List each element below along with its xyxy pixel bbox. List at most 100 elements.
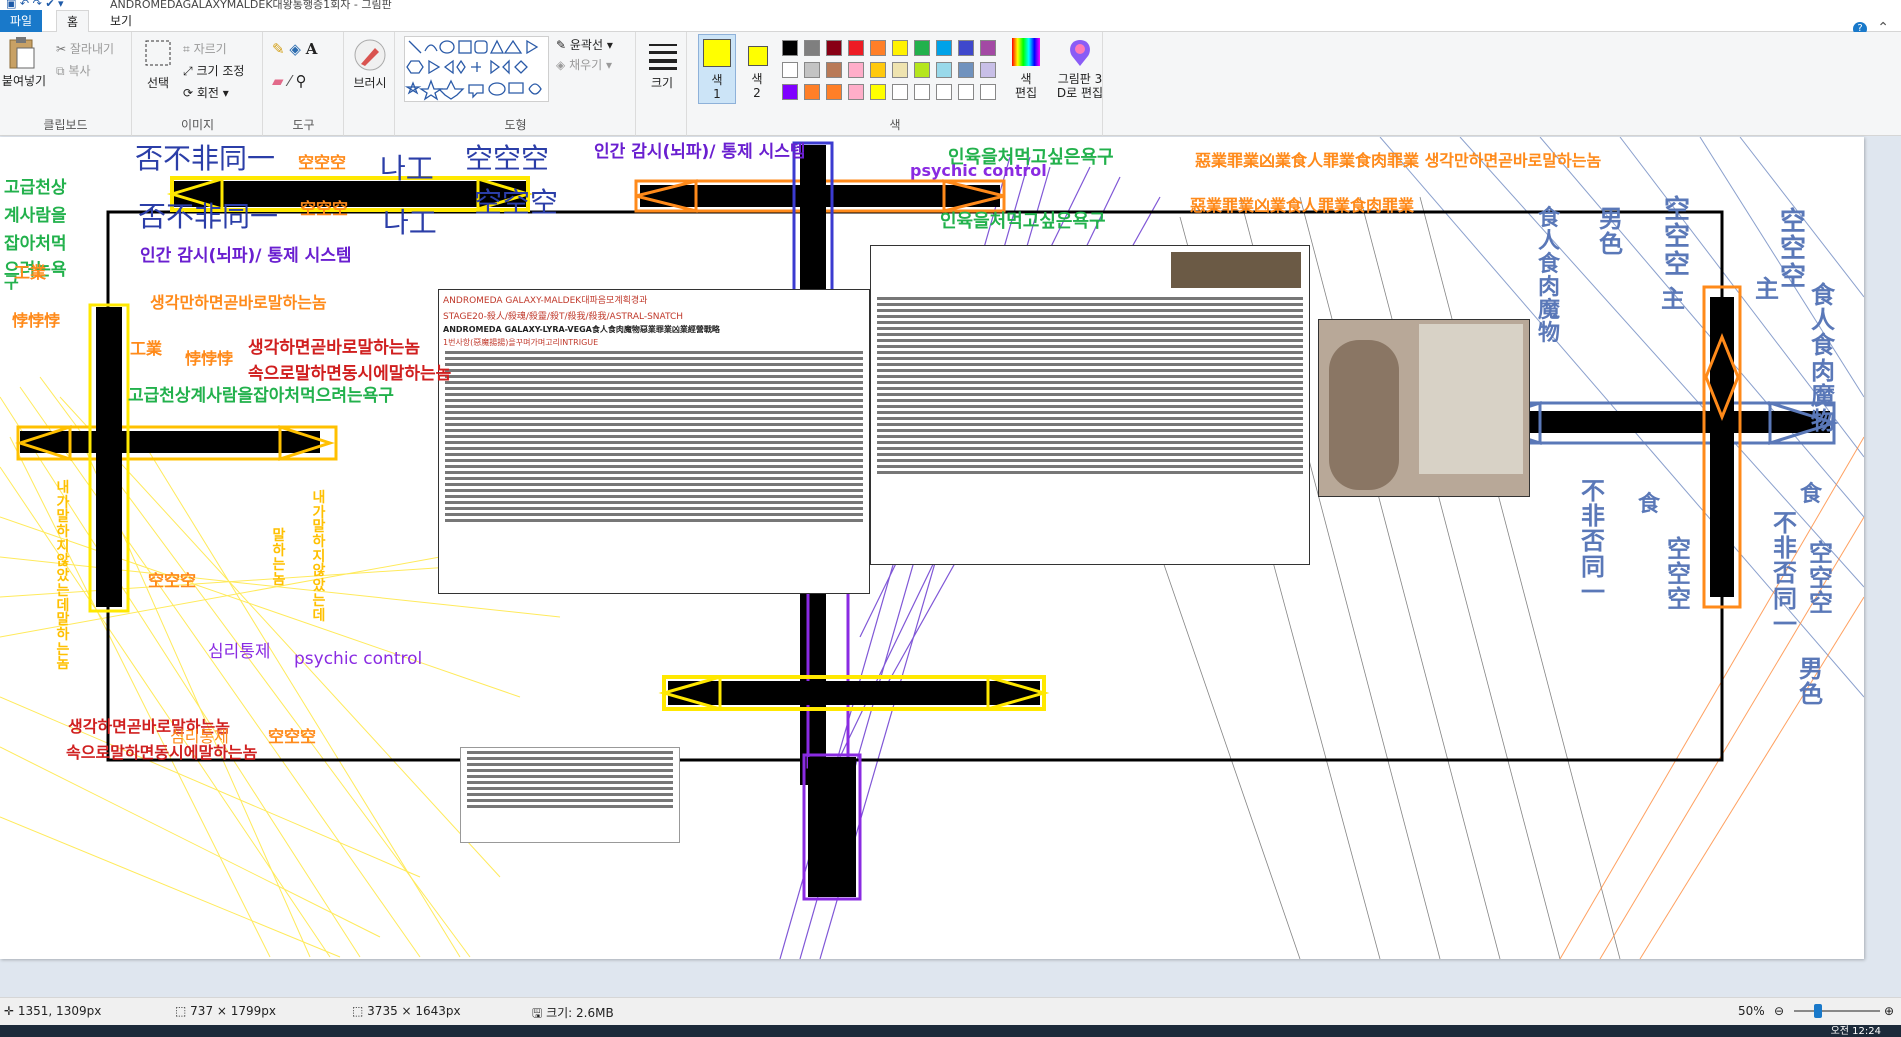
- palette-swatch[interactable]: [848, 62, 864, 78]
- line-size-icon: [649, 44, 677, 70]
- palette-swatch[interactable]: [782, 40, 798, 56]
- copy-label: 복사: [68, 64, 91, 78]
- crop-button[interactable]: ⌗ 자르기: [183, 40, 227, 57]
- palette-swatch[interactable]: [892, 62, 908, 78]
- outline-button[interactable]: ✎ 윤곽선 ▾: [556, 36, 613, 53]
- tab-file[interactable]: 파일: [0, 10, 42, 32]
- pencil-icon[interactable]: ✎: [272, 40, 285, 58]
- palette-swatch[interactable]: [782, 62, 798, 78]
- palette-swatch[interactable]: [980, 62, 996, 78]
- palette-swatch[interactable]: [980, 40, 996, 56]
- size-button[interactable]: [649, 42, 677, 73]
- tab-view[interactable]: 보기: [100, 10, 142, 32]
- paste-label[interactable]: 붙여넣기: [0, 74, 48, 88]
- palette-swatch[interactable]: [958, 40, 974, 56]
- fill-icon[interactable]: ◈: [289, 40, 301, 58]
- magnifier-icon[interactable]: ⚲: [296, 72, 307, 90]
- fill-label: 채우기: [569, 58, 603, 72]
- text-icon[interactable]: A: [306, 40, 318, 58]
- canvas-text: 인육을처먹고싶은욕구: [940, 211, 1106, 232]
- eraser-icon[interactable]: ▰: [272, 72, 284, 90]
- copy-button[interactable]: ⧉ 복사: [56, 62, 91, 79]
- tools-row-1: ✎ ◈ A: [272, 40, 317, 58]
- title-bar: ▣ ↶ ↷ ✔ ▾ ANDROMEDAGALAXYMALDEK대왕통행증1회자 …: [0, 0, 1901, 10]
- palette-swatch[interactable]: [958, 84, 974, 100]
- crop-icon: ⌗: [183, 42, 190, 56]
- canvas-text: 空空空: [298, 153, 347, 172]
- embedded-document-1: ANDROMEDA GALAXY-MALDEK대파음모계획경과 STAGE20-…: [438, 289, 870, 594]
- palette-swatch[interactable]: [958, 62, 974, 78]
- palette-swatch[interactable]: [870, 40, 886, 56]
- canvas-text: 생각하면곧바로말하는놈: [248, 338, 421, 358]
- canvas-size-icon: ⬚: [352, 1004, 364, 1018]
- palette-swatch[interactable]: [892, 40, 908, 56]
- clipboard-group: 붙여넣기 ✂ 잘라내기 ⧉ 복사 클립보드: [0, 32, 132, 136]
- select-label[interactable]: 선택: [137, 76, 179, 90]
- canvas-text: 工業: [14, 263, 47, 282]
- palette-swatch[interactable]: [804, 84, 820, 100]
- fill-button[interactable]: ◈ 채우기 ▾: [556, 56, 612, 73]
- doc1-subtitle: STAGE20-殺人/殺魂/殺靈/殺T/殺我/殺我/ASTRAL-SNATCH: [443, 312, 684, 322]
- ribbon-tabs: 파일 홈 보기 ⌃ ?: [0, 10, 1901, 36]
- quick-access-toolbar[interactable]: ▣ ↶ ↷ ✔ ▾: [6, 0, 64, 10]
- palette-swatch[interactable]: [914, 40, 930, 56]
- zoom-out-button[interactable]: ⊖: [1774, 1004, 1784, 1018]
- paint3d-icon: [1070, 40, 1090, 66]
- palette-swatch[interactable]: [870, 62, 886, 78]
- resize-button[interactable]: ⤢ 크기 조정: [183, 62, 244, 79]
- palette-swatch[interactable]: [936, 84, 952, 100]
- palette-swatch[interactable]: [936, 40, 952, 56]
- palette-swatch[interactable]: [782, 84, 798, 100]
- edit-colors-button[interactable]: 색 편집: [1006, 36, 1046, 106]
- color2-button[interactable]: 색 2: [740, 34, 774, 104]
- palette-swatch[interactable]: [914, 62, 930, 78]
- select-button[interactable]: [143, 38, 173, 71]
- palette-swatch[interactable]: [826, 84, 842, 100]
- palette-swatch[interactable]: [914, 84, 930, 100]
- color-picker-icon[interactable]: ⁄: [288, 72, 291, 90]
- palette-swatch[interactable]: [892, 84, 908, 100]
- shapes-gallery[interactable]: [404, 36, 549, 102]
- brushes-label[interactable]: 브러시: [345, 76, 395, 90]
- zoom-in-button[interactable]: ⊕: [1884, 1004, 1894, 1018]
- brushes-button[interactable]: [353, 38, 387, 75]
- size-label[interactable]: 크기: [637, 76, 687, 90]
- doc1-title: ANDROMEDA GALAXY-MALDEK대파음모계획경과: [443, 296, 648, 306]
- outline-icon: ✎: [556, 38, 567, 52]
- canvas-text: 主: [1661, 285, 1685, 313]
- canvas-area[interactable]: ANDROMEDA GALAXY-MALDEK대파음모계획경과 STAGE20-…: [0, 137, 1901, 997]
- colors-group-label: 색: [889, 118, 901, 132]
- palette-swatch[interactable]: [848, 84, 864, 100]
- paste-button[interactable]: [6, 36, 36, 70]
- canvas-text: 不非否同一: [1773, 509, 1797, 638]
- cut-button[interactable]: ✂ 잘라내기: [56, 40, 114, 57]
- rotate-button[interactable]: ⟳ 회전 ▾: [183, 84, 229, 101]
- canvas-text: 심리통제: [208, 642, 271, 662]
- zoom-slider[interactable]: [1794, 1004, 1880, 1018]
- paint3d-button[interactable]: 그림판 3 D로 편집: [1052, 36, 1108, 106]
- palette-swatch[interactable]: [870, 84, 886, 100]
- canvas-text: 不非否同一: [1581, 477, 1605, 606]
- canvas-text: 내가말하지않았는데: [312, 490, 326, 624]
- canvas-text: 인육을처먹고싶은욕구: [948, 147, 1114, 168]
- palette-swatch[interactable]: [848, 40, 864, 56]
- cursor-icon: ✛: [4, 1004, 15, 1018]
- palette-swatch[interactable]: [804, 62, 820, 78]
- canvas-text: 食: [1799, 482, 1822, 507]
- select-icon: [145, 40, 171, 66]
- canvas-size-value: 3735 × 1643px: [367, 1004, 461, 1018]
- palette-swatch[interactable]: [804, 40, 820, 56]
- file-size: 🖫 크기: 2.6MB: [532, 1004, 614, 1025]
- zoom-slider-thumb[interactable]: [1814, 1004, 1822, 1018]
- tab-home[interactable]: 홈: [56, 10, 90, 33]
- canvas-text: 空空空: [1664, 195, 1691, 280]
- palette-swatch[interactable]: [936, 62, 952, 78]
- color1-button[interactable]: 색 1: [698, 34, 736, 104]
- palette-swatch[interactable]: [980, 84, 996, 100]
- palette-swatch[interactable]: [826, 62, 842, 78]
- drawing-canvas[interactable]: ANDROMEDA GALAXY-MALDEK대파음모계획경과 STAGE20-…: [0, 137, 1864, 959]
- palette-swatch[interactable]: [826, 40, 842, 56]
- canvas-text: 男色: [1599, 205, 1623, 259]
- canvas-text: 主: [1755, 275, 1779, 303]
- fill-bucket-icon: ◈: [556, 58, 566, 72]
